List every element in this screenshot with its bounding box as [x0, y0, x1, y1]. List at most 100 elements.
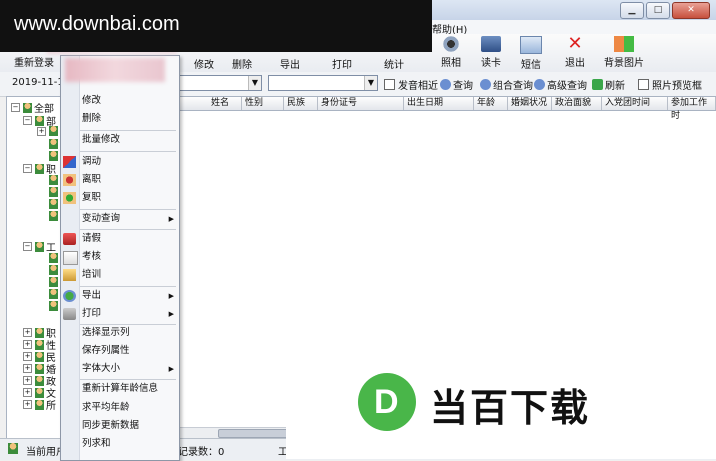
person-icon — [49, 199, 58, 209]
menu-item-edit[interactable]: 修改 — [80, 92, 180, 110]
tree-leaf[interactable] — [49, 211, 60, 221]
group-icon — [35, 339, 44, 350]
column-header[interactable]: 年龄 — [474, 97, 508, 110]
combo-query-button[interactable]: 组合查询 — [480, 77, 533, 92]
expand-icon: + — [23, 352, 32, 361]
menu-item-assessment[interactable]: 考核 — [80, 248, 180, 266]
advanced-query-button[interactable]: 高级查询 — [534, 77, 587, 92]
tree-leaf[interactable] — [49, 187, 60, 197]
photo-label: 照相 — [441, 58, 461, 69]
column-header[interactable]: 参加工作时 — [668, 97, 716, 121]
tree-leaf[interactable] — [49, 301, 60, 311]
user-icon — [8, 443, 18, 454]
group-icon — [35, 163, 44, 174]
stats-button[interactable]: 统计 — [384, 56, 404, 71]
menu-item-print[interactable]: 打印 ▶ — [80, 305, 180, 323]
menu-item-resign[interactable]: 离职 — [80, 171, 180, 189]
transfer-icon — [63, 156, 76, 168]
column-header[interactable]: 入党团时间 — [602, 97, 668, 110]
watermark-banner: www.downbai.com — [0, 0, 432, 52]
export-button[interactable]: 导出 — [280, 56, 300, 71]
menu-item-font-size[interactable]: 字体大小 ▶ — [80, 360, 180, 378]
menu-item-change-query[interactable]: 变动查询 ▶ — [80, 210, 180, 228]
menu-item-label: 导出 — [82, 290, 102, 301]
expand-icon: + — [23, 388, 32, 397]
tree-node[interactable]: − 职 — [23, 161, 56, 176]
menu-item-label: 变动查询 — [82, 213, 121, 224]
menu-item-label: 离职 — [82, 174, 102, 185]
sms-button[interactable]: 短信 — [508, 36, 554, 71]
edit-button[interactable]: 修改 — [194, 56, 214, 71]
menu-item-leave[interactable]: 请假 — [80, 230, 180, 248]
menu-item-export[interactable]: 导出 ▶ — [80, 287, 180, 305]
watermark-logo-text: 当百下载 — [430, 386, 591, 430]
menu-item-label: 修改 — [82, 95, 102, 106]
group-icon — [23, 102, 32, 113]
tree-leaf[interactable] — [49, 265, 60, 275]
sound-alike-checkbox[interactable]: 发音相近 — [384, 77, 438, 92]
tree-leaf[interactable] — [49, 277, 60, 287]
person-icon — [49, 277, 58, 287]
column-header[interactable]: 政治面貌 — [552, 97, 602, 110]
tree-node[interactable]: + 所 — [23, 397, 56, 412]
advanced-query-label: 高级查询 — [547, 81, 587, 92]
expand-icon: + — [23, 340, 32, 349]
collapse-icon: − — [23, 116, 32, 125]
submenu-arrow-icon: ▶ — [168, 292, 174, 300]
column-header[interactable]: 姓名 — [208, 97, 242, 110]
relogin-button[interactable]: 重新登录 — [14, 54, 54, 69]
group-icon — [35, 351, 44, 362]
photo-preview-label: 照片预览框 — [652, 81, 702, 92]
exit-button[interactable]: ✕ 退出 — [552, 35, 598, 70]
menu-item-sync-data[interactable]: 同步更新数据 — [80, 417, 180, 435]
minimize-button[interactable]: ▁ — [620, 2, 644, 19]
column-header[interactable]: 民族 — [284, 97, 318, 110]
column-header[interactable]: 出生日期 — [404, 97, 474, 110]
submenu-arrow-icon: ▶ — [168, 215, 174, 223]
group-icon — [35, 375, 44, 386]
query-button[interactable]: 查询 — [440, 77, 473, 92]
menu-item-delete[interactable]: 删除 — [80, 110, 180, 128]
card-reader-icon — [481, 36, 501, 52]
windows-logo-icon — [614, 36, 634, 52]
menu-item-average-age[interactable]: 求平均年龄 — [80, 399, 180, 417]
close-button[interactable]: ✕ — [672, 2, 710, 19]
menu-item-reinstate[interactable]: 复职 — [80, 189, 180, 207]
filter-combo-1[interactable]: ▼ — [178, 75, 262, 91]
menu-item-select-columns[interactable]: 选择显示列 — [80, 324, 180, 342]
training-icon — [63, 269, 76, 281]
tree-leaf[interactable] — [49, 289, 60, 299]
group-icon — [35, 327, 44, 338]
refresh-button[interactable]: 刷新 — [592, 77, 625, 92]
tree-leaf[interactable] — [49, 253, 60, 263]
menu-item-label: 复职 — [82, 192, 102, 203]
tree-node[interactable]: + — [37, 126, 60, 136]
checkbox-box — [384, 79, 395, 90]
delete-button[interactable]: 删除 — [232, 56, 252, 71]
menu-item-recalc-age[interactable]: 重新计算年龄信息 — [80, 380, 180, 398]
menu-item-label: 同步更新数据 — [82, 420, 140, 431]
menu-item-training[interactable]: 培训 — [80, 266, 180, 284]
column-header[interactable]: 身份证号 — [318, 97, 404, 110]
tree-leaf[interactable] — [49, 175, 60, 185]
menu-item-transfer[interactable]: 调动 — [80, 153, 180, 171]
print-button[interactable]: 打印 — [332, 56, 352, 71]
background-image-button[interactable]: 背景图片 — [596, 36, 652, 69]
tree-leaf[interactable] — [49, 139, 60, 149]
menu-item-batch-edit[interactable]: 批量修改 — [80, 131, 180, 149]
photo-preview-checkbox[interactable]: 照片预览框 — [638, 77, 702, 92]
tree-leaf[interactable] — [49, 199, 60, 209]
menu-item-column-sum[interactable]: 列求和 — [80, 435, 180, 453]
tree-node-label: 工 — [46, 243, 56, 254]
person-icon — [49, 265, 58, 275]
filter-combo-2[interactable]: ▼ — [268, 75, 378, 91]
collapse-icon: − — [23, 242, 32, 251]
column-header[interactable]: 婚姻状况 — [508, 97, 552, 110]
tree-node[interactable]: − 工 — [23, 239, 56, 254]
search-icon — [534, 79, 545, 90]
column-header[interactable]: 性别 — [242, 97, 284, 110]
menu-item-save-column-props[interactable]: 保存列属性 — [80, 342, 180, 360]
redacted-menu-items — [65, 58, 165, 82]
maximize-button[interactable]: □ — [646, 2, 670, 19]
tree-leaf[interactable] — [49, 151, 60, 161]
